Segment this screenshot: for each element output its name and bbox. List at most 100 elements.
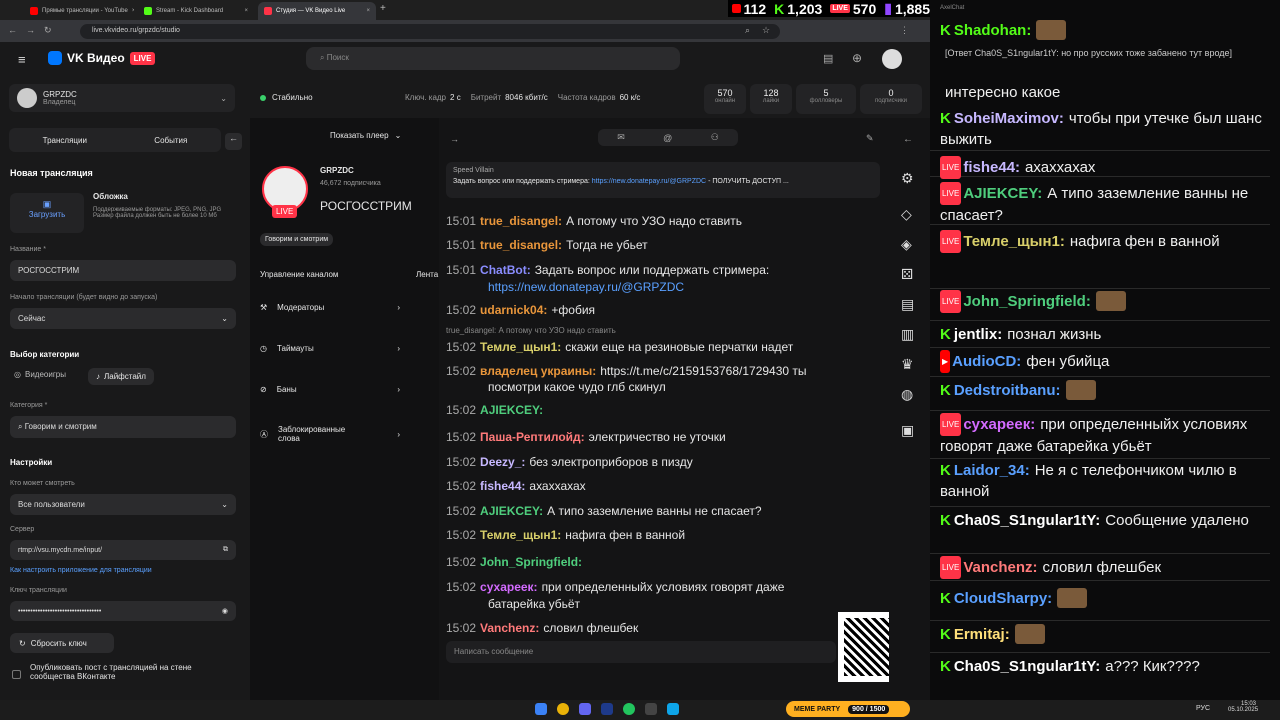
publish-label: Опубликовать пост с трансляцией на стене… xyxy=(30,663,192,681)
collapse-button[interactable]: ← xyxy=(225,133,242,150)
key-field[interactable]: •••••••••••••••••••••••••••••••••• ◉ xyxy=(10,601,236,621)
tab-vk-studio[interactable]: Студия — VK Видео Live × xyxy=(258,2,376,20)
chat-username[interactable]: AJIEKCEY: xyxy=(480,403,543,417)
arrow-left-icon[interactable]: ← xyxy=(903,134,913,145)
kick-icon: K xyxy=(940,382,951,399)
gem-icon[interactable]: ◈ xyxy=(901,236,912,253)
arrow-right-icon[interactable]: → xyxy=(450,134,459,144)
settings-icon[interactable]: ⚙ xyxy=(901,170,914,187)
overlay-text: Сообщение удалено xyxy=(1105,512,1249,529)
chat-text[interactable]: https://t.me/c/2159153768/1729430 ты xyxy=(600,364,806,378)
menu-timeouts[interactable]: ◷ Таймауты › xyxy=(260,344,400,353)
menu-dots-icon[interactable]: ⋮ xyxy=(900,25,909,36)
show-player-button[interactable]: Показать плеер ⌄ xyxy=(330,131,401,140)
menu-blocked-words[interactable]: Ⓐ Заблокированные слова › xyxy=(260,425,400,443)
category-search[interactable]: ⌕ Говорим и смотрим xyxy=(10,416,236,438)
vk-logo[interactable]: VK Видео LIVE xyxy=(48,51,156,65)
chat-username[interactable]: Vanchenz: xyxy=(480,621,539,635)
title-field[interactable]: РОСГОССТРИМ xyxy=(10,260,236,281)
category-games[interactable]: ◎ Видеоигры xyxy=(14,370,66,379)
menu-moderators[interactable]: ⚒ Модераторы › xyxy=(260,303,400,312)
chat-username[interactable]: Паша-Рептилойд: xyxy=(480,430,585,444)
copy-icon[interactable]: ⧉ xyxy=(223,546,228,554)
mention-icon[interactable]: @ xyxy=(663,133,672,143)
overlay-message: LIVE AJIEKCEY: А типо заземление ванны не … xyxy=(940,182,1275,226)
chat-input[interactable]: Написать сообщение xyxy=(446,641,836,663)
chat-username[interactable]: Темле_щын1: xyxy=(480,528,561,542)
media-icon[interactable]: ▣ xyxy=(901,422,914,439)
dice-icon[interactable]: ⚄ xyxy=(901,266,913,283)
start-select[interactable]: Сейчас ⌄ xyxy=(10,308,236,329)
stats-icon[interactable]: ▥ xyxy=(901,326,914,343)
tab-events[interactable]: События xyxy=(154,136,187,145)
chat-username[interactable]: владелец украины: xyxy=(480,364,596,378)
tab-streams[interactable]: Трансляции xyxy=(43,136,87,145)
chevron-right-icon: › xyxy=(397,344,400,353)
telegram-icon[interactable] xyxy=(667,703,679,715)
eye-icon[interactable]: ◉ xyxy=(222,607,228,615)
chat-message: посмотри какое чудо глб скинул xyxy=(480,380,666,394)
chat-username[interactable]: AJIEKCEY: xyxy=(480,504,543,518)
pin-icon[interactable]: ✎ xyxy=(866,133,874,144)
chat-username[interactable]: udarnick04: xyxy=(480,303,547,317)
list-icon[interactable]: ▤ xyxy=(901,296,914,313)
diamond-icon[interactable]: ◇ xyxy=(901,206,912,223)
server-field[interactable]: rtmp://vsu.mycdn.me/input/⧉ xyxy=(10,540,236,560)
channel-switcher[interactable]: GRPZDC Владелец ⌄ xyxy=(9,84,235,112)
chat-username[interactable]: true_disangel: xyxy=(480,214,562,228)
chat-username[interactable]: Deezy_: xyxy=(480,455,525,469)
notes-icon[interactable]: ▤ xyxy=(823,52,833,65)
chat-message: 15:02 Темле_щын1: нафига фен в ванной xyxy=(446,528,685,542)
tab-kick[interactable]: Stream - Kick Dashboard × xyxy=(138,2,254,20)
users-icon[interactable]: ⚇ xyxy=(711,132,719,143)
steam-icon[interactable] xyxy=(601,703,613,715)
back-icon[interactable]: ← xyxy=(8,25,17,35)
upload-cover-button[interactable]: ▣ Загрузить xyxy=(10,193,84,233)
mic-icon: ♪ xyxy=(96,372,100,381)
add-icon[interactable]: ⊕ xyxy=(852,51,862,65)
spotify-icon[interactable] xyxy=(623,703,635,715)
discord-icon[interactable] xyxy=(579,703,591,715)
start-icon[interactable] xyxy=(535,703,547,715)
close-icon[interactable]: × xyxy=(244,8,248,14)
avatar[interactable] xyxy=(882,49,902,69)
search-icon[interactable]: ⌕ xyxy=(745,25,750,36)
publish-checkbox[interactable] xyxy=(12,670,21,679)
tab-youtube[interactable]: Прямые трансляции - YouTube × xyxy=(24,2,134,20)
clock[interactable]: 15:03 05.10.2025 xyxy=(1228,701,1258,713)
streamer-name[interactable]: GRPZDC xyxy=(320,166,354,175)
chat-bubble-icon[interactable]: ◍ xyxy=(901,386,913,403)
reset-key-button[interactable]: ↻ Сбросить ключ xyxy=(10,633,114,653)
reload-icon[interactable]: ↻ xyxy=(44,25,52,36)
who-label: Кто может смотреть xyxy=(10,480,75,487)
new-tab-button[interactable]: + xyxy=(380,3,386,14)
chat-username[interactable]: сухареек: xyxy=(480,580,538,594)
chat-username[interactable]: ChatBot: xyxy=(480,263,531,277)
category-lifestyle[interactable]: ♪ Лайфстайл xyxy=(88,368,154,385)
close-icon[interactable]: × xyxy=(366,8,370,14)
menu-bans[interactable]: ⊘ Баны › xyxy=(260,385,400,394)
meme-party-widget[interactable]: MEME PARTY 900 / 1500 xyxy=(786,701,910,717)
forward-icon[interactable]: → xyxy=(26,25,35,35)
chat-username[interactable]: John_Springfield: xyxy=(480,555,582,569)
chat-text[interactable]: https://new.donatepay.ru/@GRPZDC xyxy=(488,280,684,294)
chat-username[interactable]: Темле_щын1: xyxy=(480,340,561,354)
address-bar[interactable]: live.vkvideo.ru/grpzdc/studio xyxy=(80,24,780,39)
howto-link[interactable]: Как настроить приложение для трансляции xyxy=(10,567,152,574)
overlay-message: K Shadohan: xyxy=(940,20,1275,41)
emote-image xyxy=(1065,380,1096,400)
close-icon[interactable]: × xyxy=(132,8,134,14)
chat-icon[interactable]: ✉ xyxy=(617,132,625,143)
chat-username[interactable]: true_disangel: xyxy=(480,238,562,252)
obs-icon[interactable] xyxy=(645,703,657,715)
chrome-icon[interactable] xyxy=(557,703,569,715)
who-select[interactable]: Все пользователи ⌄ xyxy=(10,494,236,515)
trophy-icon[interactable]: ♛ xyxy=(901,356,914,373)
search-input[interactable]: ⌕ Поиск xyxy=(306,47,680,70)
language-indicator[interactable]: РУС xyxy=(1196,705,1210,712)
chat-text: Задать вопрос или поддержать стримера: xyxy=(534,263,770,277)
hamburger-icon[interactable]: ≡ xyxy=(18,52,26,67)
category-tag[interactable]: Говорим и смотрим xyxy=(260,233,334,246)
star-icon[interactable]: ☆ xyxy=(762,25,770,36)
chat-username[interactable]: fishe44: xyxy=(480,479,525,493)
